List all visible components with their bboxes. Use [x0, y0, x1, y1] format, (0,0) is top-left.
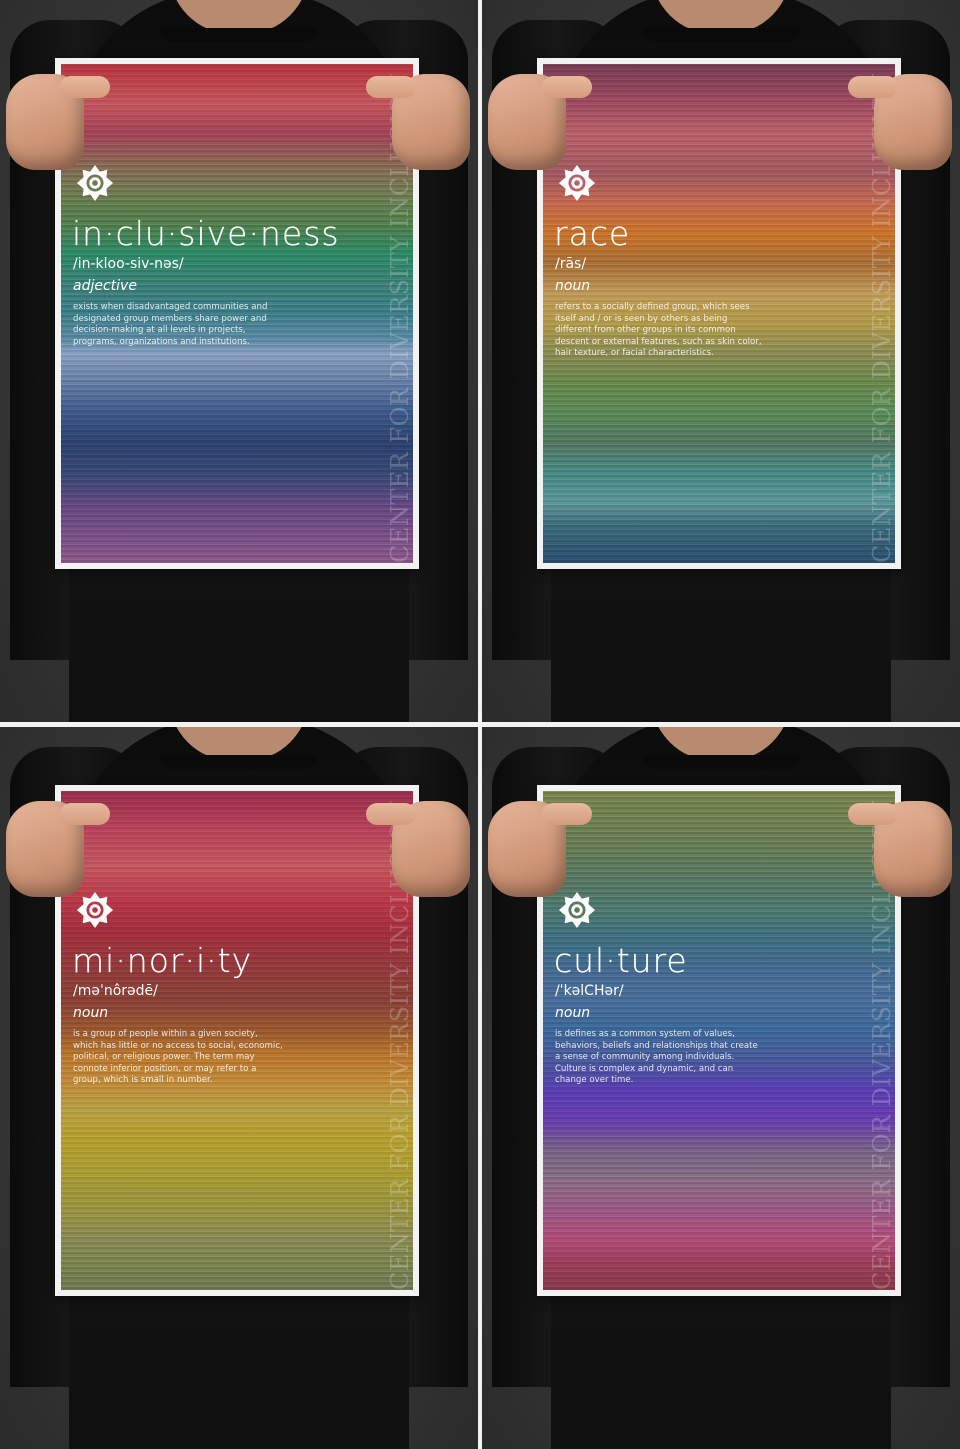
term-heading: race — [554, 214, 631, 253]
part-of-speech: noun — [555, 1005, 591, 1021]
definition: refers to a socially defined group, whic… — [555, 302, 762, 359]
stripe-artwork: CENTER FOR DIVERSITY INCLUSION mi·nor·i·… — [61, 791, 413, 1290]
stripe-artwork: CENTER FOR DIVERSITY INCLUSION in·clu·si… — [61, 64, 413, 563]
stripe-artwork: CENTER FOR DIVERSITY INCLUSION race /rās… — [543, 64, 895, 563]
term-heading: cul·ture — [554, 941, 688, 980]
poster: CENTER FOR DIVERSITY INCLUSION mi·nor·i·… — [55, 785, 419, 1296]
poster-panel-1: CENTER FOR DIVERSITY INCLUSION in·clu·si… — [0, 0, 478, 722]
pronunciation: /in-kloo-siv-nəs/ — [73, 256, 184, 272]
pronunciation: /məˈnôrədē/ — [73, 983, 158, 999]
definition: is a group of people within a given soci… — [73, 1029, 283, 1086]
part-of-speech: noun — [555, 278, 591, 294]
poster: CENTER FOR DIVERSITY INCLUSION cul·ture … — [537, 785, 901, 1296]
definition: exists when disadvantaged communities an… — [73, 302, 268, 347]
definition: is defines as a common system of values,… — [555, 1029, 758, 1086]
right-hand — [366, 74, 470, 170]
pronunciation: /ˈkəlCHər/ — [555, 983, 624, 999]
right-hand — [366, 801, 470, 897]
left-hand — [6, 74, 110, 170]
poster: CENTER FOR DIVERSITY INCLUSION in·clu·si… — [55, 58, 419, 569]
poster-panel-2: CENTER FOR DIVERSITY INCLUSION race /rās… — [482, 0, 960, 722]
part-of-speech: adjective — [73, 278, 137, 294]
right-hand — [848, 74, 952, 170]
right-hand — [848, 801, 952, 897]
sun-target-icon — [558, 164, 596, 202]
sun-target-icon — [558, 891, 596, 929]
sun-target-icon — [76, 891, 114, 929]
stripe-artwork: CENTER FOR DIVERSITY INCLUSION cul·ture … — [543, 791, 895, 1290]
poster: CENTER FOR DIVERSITY INCLUSION race /rās… — [537, 58, 901, 569]
poster-panel-3: CENTER FOR DIVERSITY INCLUSION mi·nor·i·… — [0, 727, 478, 1449]
left-hand — [488, 801, 592, 897]
part-of-speech: noun — [73, 1005, 109, 1021]
left-hand — [488, 74, 592, 170]
term-heading: mi·nor·i·ty — [72, 941, 253, 980]
left-hand — [6, 801, 110, 897]
sun-target-icon — [76, 164, 114, 202]
pronunciation: /rās/ — [555, 256, 587, 272]
poster-panel-4: CENTER FOR DIVERSITY INCLUSION cul·ture … — [482, 727, 960, 1449]
term-heading: in·clu·sive·ness — [72, 214, 340, 253]
